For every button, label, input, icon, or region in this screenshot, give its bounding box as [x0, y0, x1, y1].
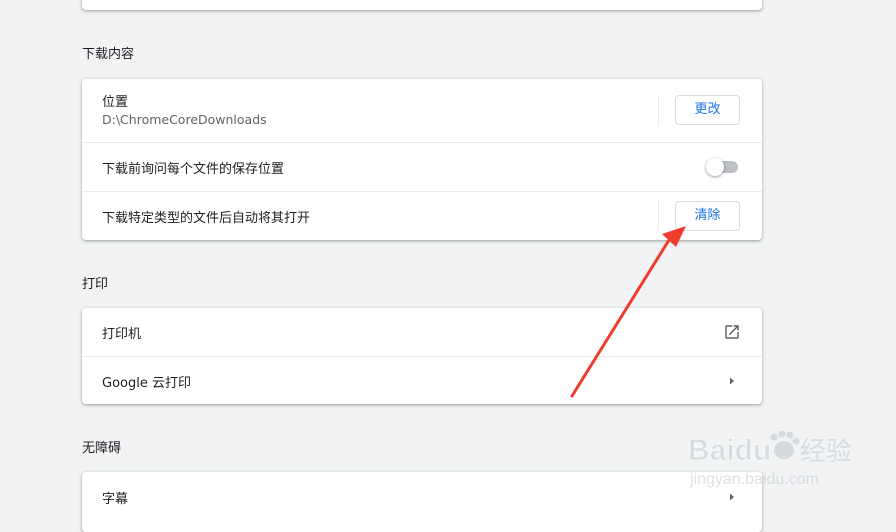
- watermark-brand: Baidu: [688, 434, 771, 467]
- watermark-url: jingyan.baidu.com: [689, 471, 819, 488]
- watermark-brand-cn: 经验: [800, 437, 852, 467]
- baidu-watermark: Baidu 经验 jingyan.baidu.com: [688, 428, 858, 498]
- paw-icon: [770, 430, 800, 459]
